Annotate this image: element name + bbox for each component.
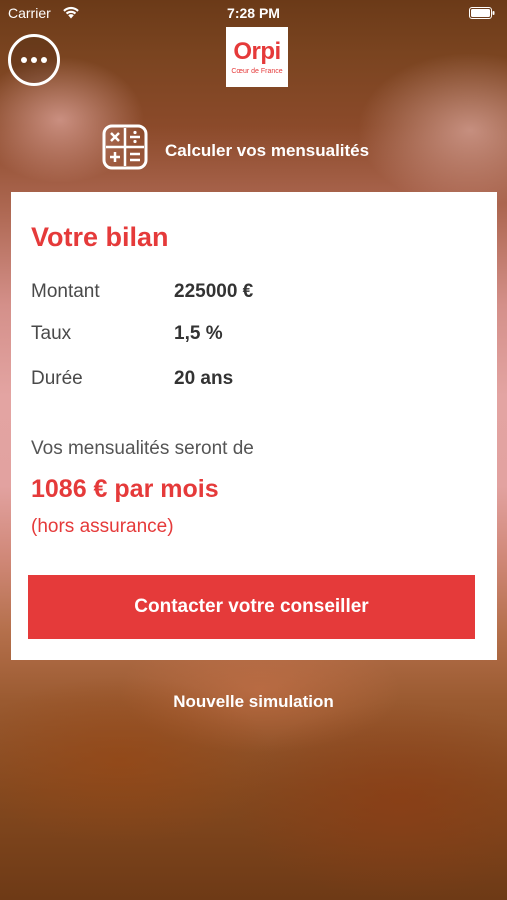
rate-label: Taux xyxy=(31,323,72,344)
logo-subtitle: Cœur de France xyxy=(231,67,283,75)
more-icon xyxy=(19,57,49,63)
rate-value: 1,5 % xyxy=(174,323,223,344)
monthly-amount: 1086 € par mois xyxy=(31,475,219,503)
screen: Carrier 7:28 PM Orpi Cœur de France Calc… xyxy=(0,0,507,900)
card-title: Votre bilan xyxy=(31,222,169,252)
new-simulation-link[interactable]: Nouvelle simulation xyxy=(0,692,507,712)
status-time: 7:28 PM xyxy=(227,5,280,21)
summary-label: Vos mensualités seront de xyxy=(31,438,254,459)
insurance-note: (hors assurance) xyxy=(31,516,174,537)
battery-icon xyxy=(469,7,495,19)
contact-advisor-button[interactable]: Contacter votre conseiller xyxy=(28,575,475,639)
more-menu-button[interactable] xyxy=(8,34,60,86)
orpi-logo: Orpi Cœur de France xyxy=(226,27,288,87)
duration-value: 20 ans xyxy=(174,368,234,389)
amount-label: Montant xyxy=(31,281,100,302)
page-title: Calculer vos mensualités xyxy=(165,141,370,160)
result-card: Votre bilan Montant 225000 € Taux 1,5 % … xyxy=(11,192,497,660)
amount-value: 225000 € xyxy=(174,281,254,302)
status-bar: Carrier 7:28 PM xyxy=(0,0,507,26)
logo-brand: Orpi xyxy=(233,37,281,65)
calculator-icon xyxy=(102,124,148,170)
duration-label: Durée xyxy=(31,368,83,389)
